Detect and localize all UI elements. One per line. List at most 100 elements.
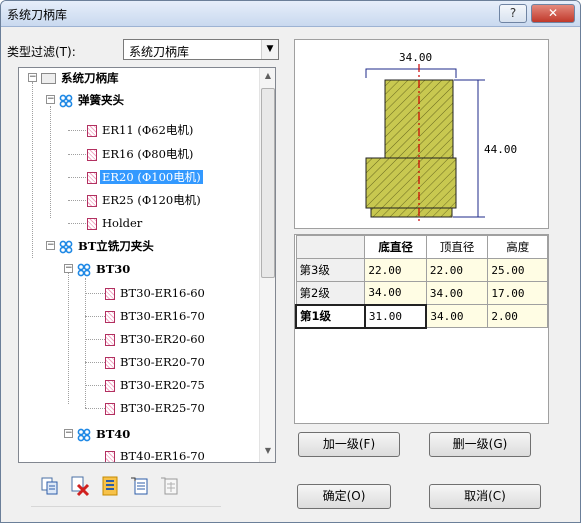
tree-label: BT30 (96, 262, 131, 276)
cancel-button[interactable]: 取消(C) (429, 484, 541, 509)
tree-line (32, 82, 33, 258)
tree-label: BT30-ER20-75 (120, 378, 205, 392)
holder-doc-icon (87, 194, 97, 207)
holder-group-icon (59, 240, 73, 253)
tree-item-bt30-er20-75[interactable]: BT30-ER20-75 (105, 375, 207, 395)
title-bar: 系统刀柄库 ? ✕ (1, 1, 580, 27)
tree-label: BT30-ER25-70 (120, 401, 205, 415)
tree-line (85, 385, 105, 386)
holder-doc-icon (105, 402, 115, 415)
holder-group-icon (59, 94, 73, 107)
tree-item-bt40-er16-70[interactable]: BT40-ER16-70 (105, 446, 207, 463)
list-icon[interactable] (99, 475, 121, 497)
tree-line (85, 408, 105, 409)
tree-line (68, 154, 86, 155)
tree-line (68, 264, 69, 404)
close-button[interactable]: ✕ (531, 4, 575, 23)
holder-tree[interactable]: − 系统刀柄库 − 弹簧夹头 ER11 (Φ62电机) ER16 (Φ80电机)… (18, 67, 276, 463)
tree-label: BT40-ER16-70 (120, 449, 205, 463)
tree-item-bt30-er16-70[interactable]: BT30-ER16-70 (105, 306, 207, 326)
tree-item-er20[interactable]: ER20 (Φ100电机) (87, 167, 203, 187)
tree-item-bt30-er16-60[interactable]: BT30-ER16-60 (105, 283, 207, 303)
tree-label: ER25 (Φ120电机) (102, 193, 201, 207)
bottom-diameter-cell[interactable]: 22.00 (364, 258, 427, 282)
corner-cell (295, 235, 366, 259)
holder-doc-icon (105, 379, 115, 392)
tree-item-bt30[interactable]: BT30 (77, 259, 132, 279)
tree-item-bt-endmill[interactable]: BT立铣刀夹头 (59, 236, 156, 256)
holder-doc-icon (105, 333, 115, 346)
scroll-down-arrow-icon[interactable]: ▼ (260, 446, 275, 455)
tree-item-holder[interactable]: Holder (87, 213, 144, 233)
tree-item-er16[interactable]: ER16 (Φ80电机) (87, 144, 195, 164)
tree-line (85, 293, 105, 294)
table-row[interactable]: 第2级 34.00 34.00 17.00 (295, 281, 548, 305)
filter-value: 系统刀柄库 (129, 45, 190, 59)
tree-label: BT立铣刀夹头 (78, 239, 154, 253)
chevron-down-icon[interactable]: ▼ (261, 40, 278, 59)
tree-item-bt30-er20-60[interactable]: BT30-ER20-60 (105, 329, 207, 349)
tree-label: 系统刀柄库 (61, 71, 119, 85)
holder-drawing (365, 64, 485, 222)
levels-grid[interactable]: 底直径 顶直径 高度 第3级 22.00 22.00 25.00 第2级 34.… (294, 234, 549, 424)
tree-item-bt40[interactable]: BT40 (77, 424, 132, 444)
top-diameter-cell[interactable]: 34.00 (425, 304, 489, 328)
collapse-toggle[interactable]: − (46, 241, 55, 250)
ok-button[interactable]: 确定(O) (297, 484, 391, 509)
holder-doc-icon (105, 356, 115, 369)
dialog-window: 系统刀柄库 ? ✕ 类型过滤(T): 系统刀柄库 ▼ − 系统刀柄库 − 弹簧夹… (0, 0, 581, 523)
help-button[interactable]: ? (499, 4, 527, 23)
tree-line (85, 316, 105, 317)
edit-document-icon[interactable] (129, 475, 151, 497)
height-cell[interactable]: 25.00 (487, 258, 548, 282)
holder-group-icon (77, 428, 91, 441)
tree-label: Holder (102, 216, 143, 230)
tree-label: BT30-ER20-60 (120, 332, 205, 346)
table-row[interactable]: 第3级 22.00 22.00 25.00 (295, 258, 548, 282)
scroll-thumb[interactable] (261, 88, 275, 278)
tree-label: BT30-ER20-70 (120, 355, 205, 369)
table-row[interactable]: 第1级 31.00 34.00 2.00 (295, 303, 548, 329)
folder-icon (41, 73, 56, 84)
add-level-button[interactable]: 加一级(F) (298, 432, 400, 457)
holder-doc-icon (87, 171, 97, 184)
delete-level-button[interactable]: 删一级(G) (429, 432, 531, 457)
holder-doc-icon (87, 217, 97, 230)
copy-icon[interactable] (39, 475, 61, 497)
tree-line (85, 339, 105, 340)
filter-combo[interactable]: 系统刀柄库 ▼ (123, 39, 279, 60)
top-diameter-cell[interactable]: 22.00 (425, 258, 489, 282)
table-document-icon[interactable] (159, 475, 181, 497)
tree-item-er11[interactable]: ER11 (Φ62电机) (87, 120, 195, 140)
tree-line (68, 177, 86, 178)
holder-preview: 34.00 44.00 (294, 39, 549, 229)
bottom-diameter-cell[interactable]: 31.00 (363, 303, 428, 329)
holder-doc-icon (87, 148, 97, 161)
tree-label: 弹簧夹头 (78, 93, 124, 107)
collapse-toggle[interactable]: − (64, 429, 73, 438)
levels-table: 底直径 顶直径 高度 第3级 22.00 22.00 25.00 第2级 34.… (295, 235, 548, 329)
tree-line (68, 130, 86, 131)
tree-item-root[interactable]: 系统刀柄库 (41, 68, 121, 88)
row-label-selected: 第1级 (295, 303, 366, 329)
collapse-toggle[interactable]: − (64, 264, 73, 273)
row-label: 第3级 (295, 258, 366, 282)
header-height: 高度 (487, 235, 548, 259)
header-top-diameter: 顶直径 (425, 235, 489, 259)
height-cell[interactable]: 17.00 (487, 281, 548, 305)
tree-item-er25[interactable]: ER25 (Φ120电机) (87, 190, 203, 210)
tree-item-bt30-er25-70[interactable]: BT30-ER25-70 (105, 398, 207, 418)
collapse-toggle[interactable]: − (46, 95, 55, 104)
tree-scrollbar[interactable]: ▲ ▼ (259, 68, 275, 462)
top-diameter-cell[interactable]: 34.00 (425, 281, 489, 305)
delete-icon[interactable] (69, 475, 91, 497)
holder-doc-icon (105, 310, 115, 323)
height-cell[interactable]: 2.00 (487, 304, 548, 328)
tree-line (50, 106, 51, 218)
bottom-diameter-cell[interactable]: 34.00 (364, 281, 427, 305)
collapse-toggle[interactable]: − (28, 73, 37, 82)
tree-item-bt30-er20-70[interactable]: BT30-ER20-70 (105, 352, 207, 372)
tree-item-spring-collet[interactable]: 弹簧夹头 (59, 90, 126, 110)
scroll-up-arrow-icon[interactable]: ▲ (260, 71, 275, 80)
holder-group-icon (77, 263, 91, 276)
